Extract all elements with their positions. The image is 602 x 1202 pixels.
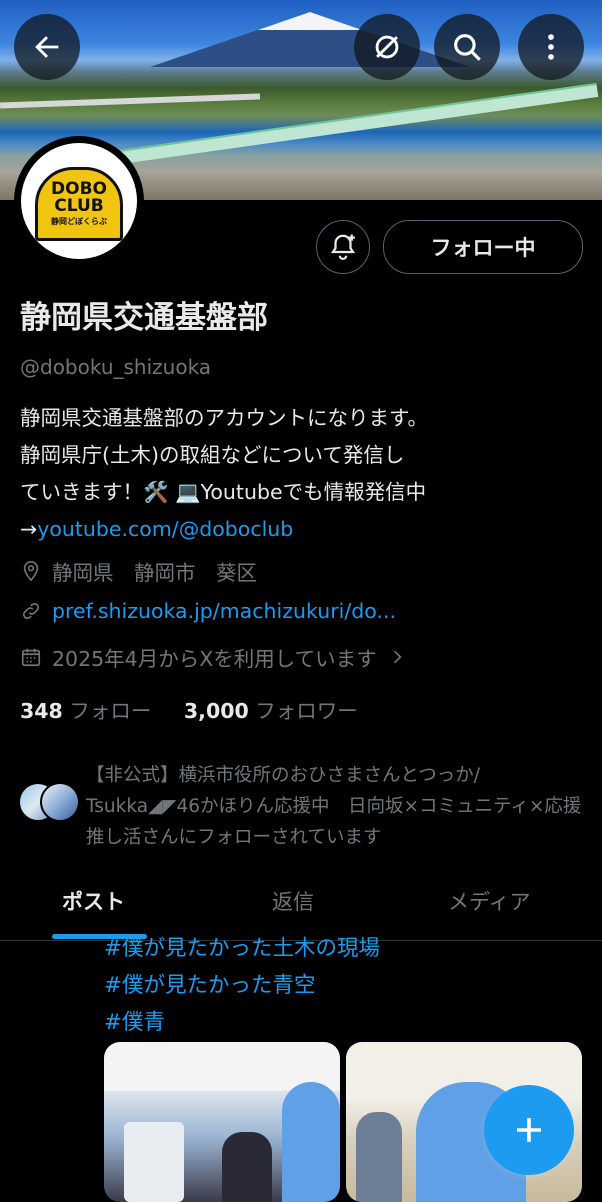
display-name: 静岡県交通基盤部 xyxy=(20,300,268,336)
bio-text: 💻Youtubeでも情報発信中 xyxy=(175,480,427,504)
location-text: 静岡県 静岡市 葵区 xyxy=(52,561,257,585)
bio-arrow: → xyxy=(20,517,38,541)
hashtag-link[interactable]: #僕が見たかった土木の現場 xyxy=(104,930,380,967)
website-link[interactable]: pref.shizuoka.jp/machizukuri/do... xyxy=(52,599,396,623)
tab-replies[interactable]: 返信 xyxy=(272,886,314,916)
search-button[interactable] xyxy=(434,14,500,80)
handle: @doboku_shizuoka xyxy=(20,355,212,379)
back-button[interactable] xyxy=(14,14,80,80)
person-figure xyxy=(356,1112,402,1202)
avatar-image: DOBO CLUB 静岡どぼくらぶ xyxy=(21,143,137,259)
person-figure xyxy=(222,1132,272,1202)
mascot-figure xyxy=(282,1082,340,1202)
followers-number: 3,000 xyxy=(183,699,249,723)
bio-text: ていきます！🛠️ xyxy=(20,480,169,504)
followed-by-text[interactable]: 【非公式】横浜市役所のおひさまさんとつっか/ Tsukka◢◤46かほりん応援中… xyxy=(86,760,591,853)
following-count[interactable]: 348 フォロー xyxy=(20,699,151,723)
bell-plus-icon xyxy=(330,234,356,260)
calendar-icon xyxy=(21,648,41,667)
plus-icon xyxy=(517,1118,541,1142)
joined-text: 2025年4月からXを利用しています xyxy=(52,647,377,671)
search-icon xyxy=(454,34,481,61)
certificate-figure xyxy=(124,1122,184,1202)
back-arrow-icon xyxy=(35,36,59,58)
bio-line: →youtube.com/@doboclub xyxy=(20,511,585,548)
hashtag-link[interactable]: #僕青 xyxy=(104,1004,380,1041)
logo-text-line2: CLUB xyxy=(54,196,104,216)
bio-line: 静岡県交通基盤部のアカウントになります。 xyxy=(20,406,428,430)
joined-row[interactable]: 2025年4月からXを利用しています xyxy=(20,642,417,672)
tab-media[interactable]: メディア xyxy=(448,886,531,916)
dobo-club-logo: DOBO CLUB 静岡どぼくらぶ xyxy=(35,167,123,241)
followers-label: フォロワー xyxy=(255,699,358,723)
website-row: pref.shizuoka.jp/machizukuri/do... xyxy=(20,599,396,623)
hide-icon xyxy=(375,35,399,59)
more-icon xyxy=(548,34,554,60)
follower-avatar xyxy=(40,782,80,822)
chevron-right-icon xyxy=(393,650,402,664)
follow-counts: 348 フォロー 3,000 フォロワー xyxy=(20,694,358,724)
followers-count[interactable]: 3,000 フォロワー xyxy=(184,699,358,723)
logo-text-small: 静岡どぼくらぶ xyxy=(51,217,107,226)
avatar[interactable]: DOBO CLUB 静岡どぼくらぶ xyxy=(14,136,144,266)
post-image[interactable] xyxy=(104,1042,340,1202)
bio-line: ていきます！🛠️ 💻Youtubeでも情報発信中 xyxy=(20,474,585,511)
hide-button[interactable] xyxy=(354,14,420,80)
notifications-button[interactable] xyxy=(316,220,370,274)
bio-line: 静岡県庁(土木)の取組などについて発信し xyxy=(20,443,405,467)
bio: 静岡県交通基盤部のアカウントになります。 静岡県庁(土木)の取組などについて発信… xyxy=(20,400,585,548)
compose-button[interactable] xyxy=(484,1085,574,1175)
location-row: 静岡県 静岡市 葵区 xyxy=(20,556,257,586)
post-hashtags: #僕が見たかった土木の現場 #僕が見たかった青空 #僕青 xyxy=(104,930,380,1041)
following-number: 348 xyxy=(20,699,63,723)
more-button[interactable] xyxy=(518,14,584,80)
link-icon xyxy=(22,602,40,620)
following-label: フォロー xyxy=(69,699,152,723)
location-icon xyxy=(23,561,39,582)
hashtag-link[interactable]: #僕が見たかった青空 xyxy=(104,967,380,1004)
banner-bridge-far xyxy=(0,93,261,109)
tab-posts[interactable]: ポスト xyxy=(62,886,125,916)
banner-snowcap xyxy=(258,12,362,30)
youtube-link[interactable]: youtube.com/@doboclub xyxy=(37,517,293,541)
following-button[interactable]: フォロー中 xyxy=(383,220,583,274)
